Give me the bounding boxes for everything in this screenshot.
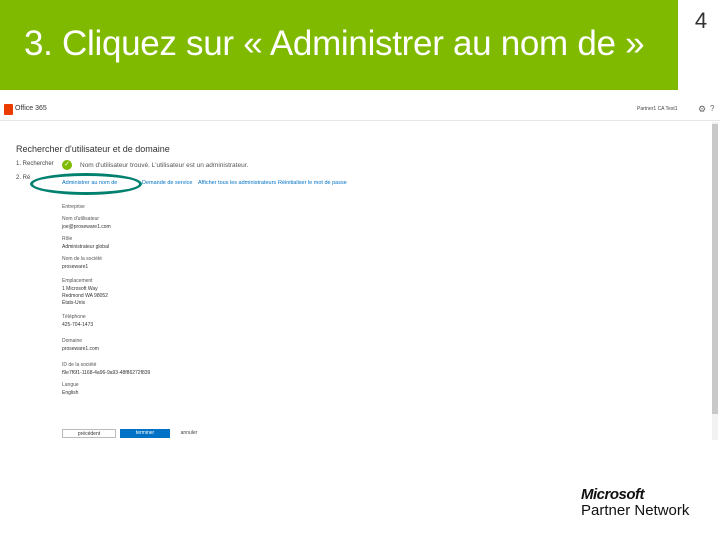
field-value: joe@proseware1.com — [62, 224, 111, 230]
finish-button[interactable]: terminer — [120, 429, 170, 438]
reset-password-link[interactable]: Réinitialiser le mot de passe — [278, 180, 347, 186]
field-value: English — [62, 390, 79, 396]
field-value: États-Unis — [62, 300, 86, 306]
slide-header: 3. Cliquez sur « Administrer au nom de » — [0, 0, 678, 90]
partner-network-label: Partner Network — [581, 502, 690, 519]
scrollbar[interactable] — [712, 122, 718, 440]
cancel-button[interactable]: annuler — [176, 429, 202, 438]
field-value: Administrateur global — [62, 244, 109, 250]
office-logo-icon — [4, 104, 13, 115]
field-value: proseware1.com — [62, 346, 99, 352]
field-label: Emplacement — [62, 278, 93, 284]
field-value: Redmond WA 98052 — [62, 293, 108, 299]
field-label: Domaine — [62, 338, 83, 344]
service-request-link[interactable]: Demande de service — [142, 180, 192, 186]
field-label: Nom d'utilisateur — [62, 216, 100, 222]
admin-screenshot: Office 365 Partner1 CA Test1 ⚙ ? Recherc… — [0, 100, 720, 445]
field-label: ID de la société — [62, 362, 97, 368]
scrollbar-thumb[interactable] — [712, 124, 718, 414]
step-search: 1. Rechercher — [16, 161, 54, 167]
page-heading: Rechercher d'utilisateur et de domaine — [16, 144, 170, 154]
field-value: f9e7f6f1-1168-4a96-9a93-48f86272f839 — [62, 370, 151, 376]
field-label: Nom de la société — [62, 256, 103, 262]
field-value: 425-704-1473 — [62, 322, 94, 328]
field-value: 1 Microsoft Way — [62, 286, 98, 292]
highlight-ellipse — [30, 173, 142, 195]
checkmark-icon: ✓ — [62, 160, 72, 170]
field-label: Téléphone — [62, 314, 86, 320]
microsoft-logo: Microsoft — [581, 486, 645, 503]
field-label: Rôle — [62, 236, 73, 242]
field-label: Entreprise — [62, 204, 85, 210]
slide-title: 3. Cliquez sur « Administrer au nom de » — [24, 24, 645, 63]
office-topbar: Office 365 Partner1 CA Test1 ⚙ ? — [0, 100, 720, 121]
step-result: 2. Ré — [16, 175, 31, 181]
success-message: Nom d'utilisateur trouvé. L'utilisateur … — [80, 162, 249, 169]
field-value: proseware1 — [62, 264, 89, 270]
gear-icon[interactable]: ⚙ — [698, 104, 706, 115]
field-label: Langue — [62, 382, 79, 388]
previous-button[interactable]: précédent — [62, 429, 116, 438]
help-icon[interactable]: ? — [710, 104, 714, 113]
show-all-admins-link[interactable]: Afficher tous les administrateurs — [198, 180, 276, 186]
slide-number: 4 — [694, 8, 708, 33]
app-name: Office 365 — [15, 105, 47, 112]
user-menu[interactable]: Partner1 CA Test1 — [637, 106, 678, 112]
